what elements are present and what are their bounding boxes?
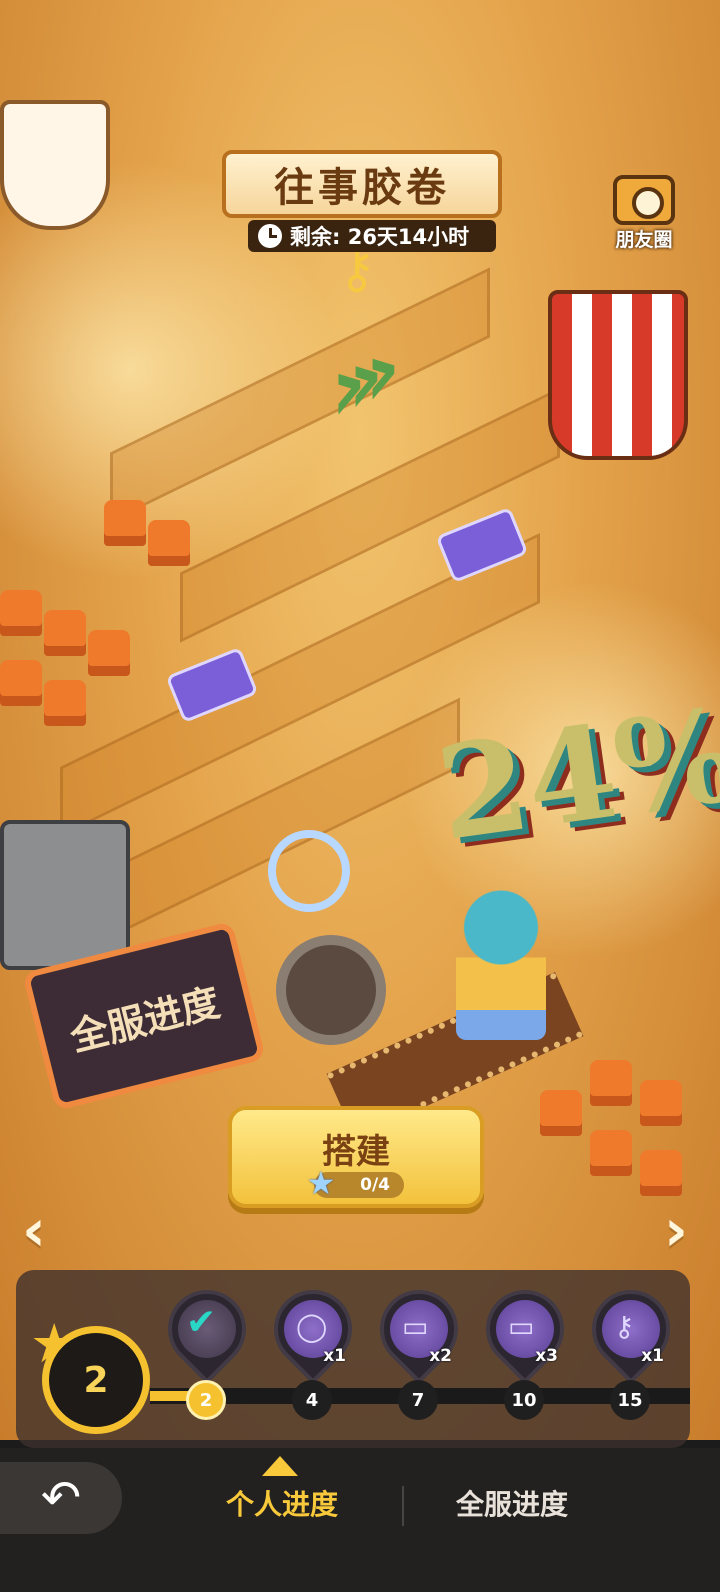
ticket-icon: ▭ <box>508 1310 535 1343</box>
event-timer: 剩余: 26天14小时 <box>248 220 496 252</box>
cinema-seat <box>640 1150 682 1196</box>
cinema-seat <box>640 1080 682 1126</box>
event-title: 往事胶卷 <box>222 150 502 218</box>
popcorn-decoration <box>548 290 688 460</box>
ring-icon: ◯ <box>296 1310 328 1343</box>
ring-reward-map[interactable] <box>268 830 350 912</box>
cinema-seat <box>540 1090 582 1136</box>
checkmark-icon: ✔ <box>186 1302 217 1343</box>
back-arrow-icon: ↶ <box>40 1470 82 1526</box>
milestone-node: 7 <box>398 1380 438 1420</box>
build-button[interactable]: 搭建 0/4 ★ <box>228 1106 484 1208</box>
cinema-seat <box>104 500 146 546</box>
prev-arrow-button[interactable]: ‹ <box>12 1200 56 1260</box>
coffee-cup-decoration <box>0 100 110 230</box>
green-arrows-decoration: ››› <box>330 318 382 447</box>
cinema-seat <box>590 1060 632 1106</box>
cinema-seat <box>88 630 130 676</box>
ticket-icon: ▭ <box>402 1310 429 1343</box>
reward-qty: x1 <box>641 1346 664 1366</box>
moments-button[interactable]: 朋友圈 <box>600 175 688 252</box>
reward-item[interactable]: ▭ x2 <box>363 1273 475 1385</box>
milestone-node: 10 <box>504 1380 544 1420</box>
key-icon: ⚷ <box>614 1310 635 1343</box>
milestone-node: 15 <box>610 1380 650 1420</box>
reward-item[interactable]: ◯ x1 <box>257 1273 369 1385</box>
tab-personal-progress[interactable]: 个人进度 <box>212 1480 352 1530</box>
cinema-seat <box>44 680 86 726</box>
remaining-time: 剩余: 26天14小时 <box>290 225 470 249</box>
clock-icon <box>258 224 282 248</box>
reward-qty: x1 <box>323 1346 346 1366</box>
reward-qty: x3 <box>535 1346 558 1366</box>
player-character <box>456 890 546 1040</box>
cinema-seat <box>590 1130 632 1176</box>
film-reel-decoration <box>276 935 386 1045</box>
moments-label: 朋友圈 <box>615 229 673 251</box>
milestone-node: 2 <box>186 1380 226 1420</box>
tab-server-progress[interactable]: 全服进度 <box>450 1480 574 1530</box>
cinema-seat <box>0 590 42 636</box>
milestone-node: 4 <box>292 1380 332 1420</box>
next-arrow-button[interactable]: › <box>654 1200 698 1260</box>
camera-icon <box>613 175 675 225</box>
back-button[interactable]: ↶ <box>0 1462 122 1534</box>
cinema-seat <box>0 660 42 706</box>
reward-item[interactable]: ⚷ x1 <box>575 1273 687 1385</box>
cinema-seat <box>148 520 190 566</box>
reward-item[interactable]: ▭ x3 <box>469 1273 581 1385</box>
star-icon: ★ <box>306 1164 336 1202</box>
reward-item[interactable]: ✔ <box>151 1273 263 1385</box>
build-label: 搭建 <box>322 1132 390 1172</box>
tab-divider <box>402 1486 404 1526</box>
cinema-seat <box>44 610 86 656</box>
current-level: 2 <box>42 1326 150 1434</box>
projector-decoration <box>0 820 130 970</box>
reward-qty: x2 <box>429 1346 452 1366</box>
